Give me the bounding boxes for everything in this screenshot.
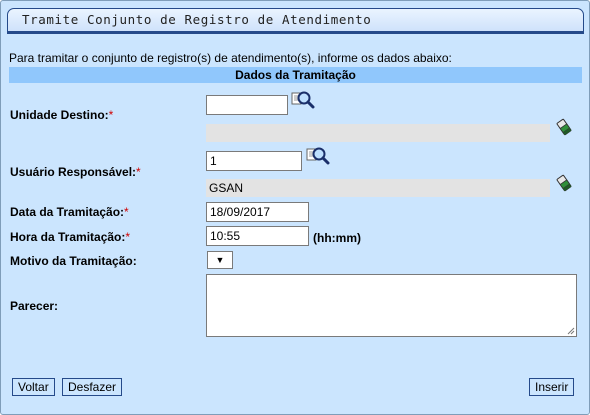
data-tramitacao-label: Data da Tramitação:* [10, 205, 129, 219]
window-title: Tramite Conjunto de Registro de Atendime… [22, 12, 372, 27]
unidade-destino-description [206, 124, 550, 142]
intro-text: Para tramitar o conjunto de registro(s) … [9, 51, 452, 65]
hora-tramitacao-label: Hora da Tramitação:* [10, 230, 131, 244]
required-marker: * [125, 230, 131, 244]
desfazer-button[interactable]: Desfazer [62, 378, 123, 396]
form-panel: Tramite Conjunto de Registro de Atendime… [0, 0, 590, 415]
hora-tramitacao-input[interactable]: 10:55 [206, 226, 309, 246]
section-title: Dados da Tramitação [9, 67, 582, 83]
required-marker: * [108, 108, 114, 122]
chevron-down-icon: ▼ [215, 255, 225, 265]
window-title-tab: Tramite Conjunto de Registro de Atendime… [7, 8, 584, 32]
resize-handle-icon[interactable] [567, 327, 575, 335]
eraser-icon[interactable] [556, 173, 572, 196]
usuario-responsavel-label: Usuário Responsável:* [10, 165, 141, 179]
motivo-tramitacao-label: Motivo da Tramitação: [10, 254, 137, 268]
inserir-button[interactable]: Inserir [529, 378, 575, 396]
usuario-responsavel-input[interactable]: 1 [206, 151, 302, 171]
required-marker: * [136, 165, 141, 179]
eraser-icon[interactable] [556, 117, 572, 140]
required-marker: * [124, 205, 129, 219]
hora-format-hint: (hh:mm) [313, 231, 361, 245]
data-tramitacao-input[interactable]: 18/09/2017 [206, 202, 309, 222]
magnifier-icon[interactable] [291, 90, 315, 113]
usuario-responsavel-description: GSAN [206, 179, 550, 197]
magnifier-icon[interactable] [306, 146, 330, 169]
unidade-destino-input[interactable] [206, 95, 288, 115]
motivo-tramitacao-select[interactable]: ▼ [207, 251, 233, 269]
voltar-button[interactable]: Voltar [12, 378, 55, 396]
unidade-destino-label: Unidade Destino:* [10, 108, 114, 122]
parecer-textarea[interactable] [206, 274, 577, 337]
parecer-label: Parecer: [10, 299, 59, 313]
